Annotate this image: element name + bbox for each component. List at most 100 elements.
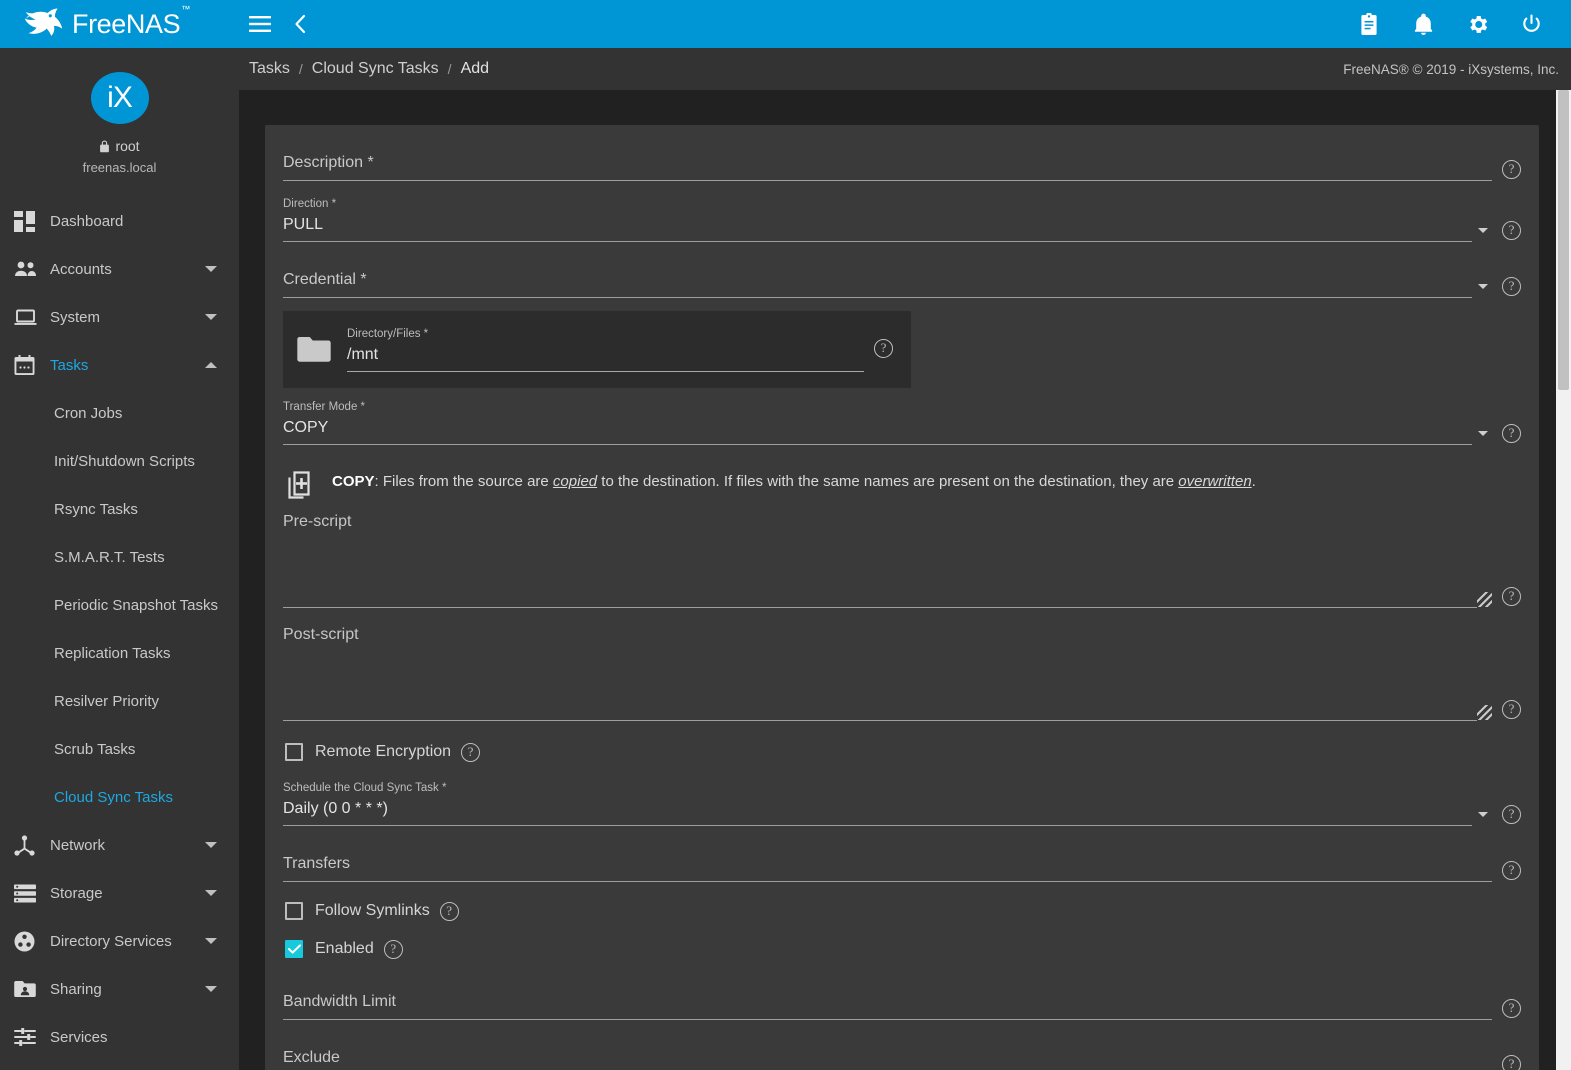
directory-files-label: Directory/Files * <box>347 328 429 340</box>
pre-script-label: Pre-script <box>283 513 352 530</box>
chevron-down-icon[interactable] <box>205 890 217 896</box>
vertical-scrollbar[interactable] <box>1556 90 1571 1070</box>
field-remote-encryption[interactable]: Remote Encryption ? <box>283 733 1521 771</box>
chevron-up-icon[interactable] <box>205 362 217 368</box>
clipboard-icon[interactable] <box>1349 0 1389 48</box>
chevron-down-icon[interactable] <box>205 938 217 944</box>
transfers-help-icon[interactable]: ? <box>1502 861 1521 880</box>
transfer-mode-description-text: COPY: Files from the source are copied t… <box>332 467 1256 493</box>
chevron-down-icon[interactable] <box>205 266 217 272</box>
direction-select-value[interactable]: PULL <box>283 213 1472 241</box>
sidebar-subitem-cron-jobs[interactable]: Cron Jobs <box>0 389 239 437</box>
directory-files-input[interactable]: /mnt <box>347 343 864 371</box>
bandwidth-limit-help-icon[interactable]: ? <box>1502 999 1521 1018</box>
sidebar-subitem-replication-tasks[interactable]: Replication Tasks <box>0 629 239 677</box>
sidebar-nav: iX root freenas.local Dashboard Accounts… <box>0 48 239 1070</box>
sidebar-subitem-periodic-snapshot-tasks[interactable]: Periodic Snapshot Tasks <box>0 581 239 629</box>
pre-script-underline <box>283 607 1477 608</box>
sidebar-item-accounts[interactable]: Accounts <box>0 245 239 293</box>
pre-script-help-icon[interactable]: ? <box>1502 587 1521 606</box>
bell-icon[interactable] <box>1403 0 1443 48</box>
enabled-checkbox[interactable] <box>285 940 303 958</box>
enabled-help-icon[interactable]: ? <box>383 939 403 959</box>
transfer-mode-select-value[interactable]: COPY <box>283 416 1472 444</box>
breadcrumb-separator: / <box>447 61 452 77</box>
pre-script-textarea[interactable] <box>283 539 1521 587</box>
people-icon <box>14 257 50 281</box>
sidebar-item-label: Sharing <box>50 980 102 998</box>
direction-chevron-down-icon[interactable] <box>1478 228 1488 233</box>
hamburger-menu-icon[interactable] <box>240 0 280 48</box>
remote-encryption-checkbox[interactable] <box>285 743 303 761</box>
pre-script-resize-handle[interactable] <box>1477 592 1492 607</box>
remote-encryption-help-icon[interactable]: ? <box>461 742 481 762</box>
directory-files-card: Directory/Files * /mnt ? <box>283 311 911 388</box>
field-follow-symlinks[interactable]: Follow Symlinks ? <box>283 892 1521 930</box>
breadcrumb-bar: Tasks / Cloud Sync Tasks / Add FreeNAS® … <box>239 48 1571 90</box>
ix-logo-text: iX <box>107 81 133 114</box>
chevron-down-icon[interactable] <box>205 314 217 320</box>
schedule-select-value[interactable]: Daily (0 0 * * *) <box>283 797 1472 825</box>
sidebar-item-storage[interactable]: Storage <box>0 869 239 917</box>
copy-desc-emph2: overwritten <box>1178 473 1252 490</box>
copy-desc-middle: to the destination. If files with the sa… <box>597 473 1179 490</box>
sidebar-item-dashboard[interactable]: Dashboard <box>0 197 239 245</box>
sidebar-subitem-smart-tests[interactable]: S.M.A.R.T. Tests <box>0 533 239 581</box>
chevron-down-icon[interactable] <box>205 842 217 848</box>
direction-help-icon[interactable]: ? <box>1502 221 1521 240</box>
post-script-help-icon[interactable]: ? <box>1502 700 1521 719</box>
schedule-help-icon[interactable]: ? <box>1502 805 1521 824</box>
sidebar-item-directory-services[interactable]: Directory Services <box>0 917 239 965</box>
sidebar-subitem-label: Resilver Priority <box>54 692 160 710</box>
directory-files-help-icon[interactable]: ? <box>874 339 893 358</box>
gear-icon[interactable] <box>1457 0 1497 48</box>
follow-symlinks-checkbox[interactable] <box>285 902 303 920</box>
sidebar-subitem-rsync-tasks[interactable]: Rsync Tasks <box>0 485 239 533</box>
directory-services-icon <box>14 929 50 953</box>
post-script-resize-handle[interactable] <box>1477 705 1492 720</box>
power-icon[interactable] <box>1511 0 1551 48</box>
bandwidth-limit-input[interactable]: Bandwidth Limit <box>283 990 1492 1019</box>
post-script-label: Post-script <box>283 626 359 643</box>
credential-select-value[interactable]: Credential * <box>283 268 1472 297</box>
sidebar-item-system[interactable]: System <box>0 293 239 341</box>
credential-help-icon[interactable]: ? <box>1502 277 1521 296</box>
description-input[interactable]: Description * <box>283 151 1492 180</box>
bandwidth-limit-underline <box>283 1019 1492 1020</box>
description-help-icon[interactable]: ? <box>1502 160 1521 179</box>
breadcrumb-item-cloud-sync-tasks[interactable]: Cloud Sync Tasks <box>312 60 439 78</box>
directory-files-underline <box>347 371 864 372</box>
sidebar-subitem-label: Init/Shutdown Scripts <box>54 452 195 470</box>
schedule-chevron-down-icon[interactable] <box>1478 812 1488 817</box>
post-script-underline <box>283 720 1477 721</box>
vertical-scrollbar-thumb[interactable] <box>1558 90 1569 390</box>
transfer-mode-help-icon[interactable]: ? <box>1502 424 1521 443</box>
sidebar-item-label: Directory Services <box>50 932 172 950</box>
breadcrumb-item-tasks[interactable]: Tasks <box>249 60 290 78</box>
sidebar-item-tasks[interactable]: Tasks <box>0 341 239 389</box>
sidebar-item-network[interactable]: Network <box>0 821 239 869</box>
sidebar-item-label: System <box>50 308 101 326</box>
follow-symlinks-help-icon[interactable]: ? <box>439 901 459 921</box>
sidebar-username: root <box>99 138 140 154</box>
sidebar-item-sharing[interactable]: Sharing <box>0 965 239 1013</box>
copy-add-icon <box>288 471 310 499</box>
sidebar-item-label: Storage <box>50 884 103 902</box>
sidebar-subitem-cloud-sync-tasks[interactable]: Cloud Sync Tasks <box>0 773 239 821</box>
description-underline <box>283 180 1492 181</box>
direction-label: Direction * <box>283 198 337 210</box>
credential-chevron-down-icon[interactable] <box>1478 284 1488 289</box>
sidebar-subitem-resilver-priority[interactable]: Resilver Priority <box>0 677 239 725</box>
sidebar-item-label: Dashboard <box>50 212 124 230</box>
chevron-left-icon[interactable] <box>280 0 320 48</box>
post-script-textarea[interactable] <box>283 652 1521 700</box>
sidebar-subitem-init-shutdown-scripts[interactable]: Init/Shutdown Scripts <box>0 437 239 485</box>
sidebar-subitem-scrub-tasks[interactable]: Scrub Tasks <box>0 725 239 773</box>
brand-tm: ™ <box>181 3 190 14</box>
transfer-mode-chevron-down-icon[interactable] <box>1478 431 1488 436</box>
transfers-input[interactable]: Transfers <box>283 852 1492 881</box>
chevron-down-icon[interactable] <box>205 986 217 992</box>
sidebar-subitem-label: Rsync Tasks <box>54 500 138 518</box>
field-enabled[interactable]: Enabled ? <box>283 930 1521 968</box>
sidebar-item-services[interactable]: Services <box>0 1013 239 1061</box>
